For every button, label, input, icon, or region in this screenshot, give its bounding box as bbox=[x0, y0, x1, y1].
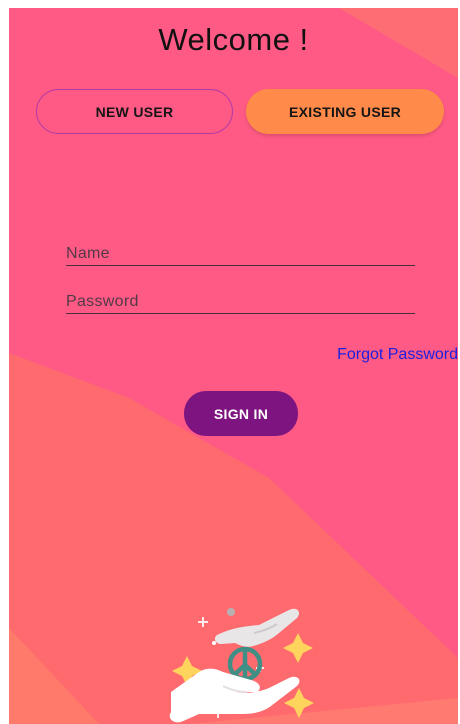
new-user-button[interactable]: NEW USER bbox=[36, 89, 233, 134]
password-field[interactable] bbox=[66, 284, 415, 314]
password-input[interactable] bbox=[66, 293, 415, 311]
name-input[interactable] bbox=[66, 245, 415, 263]
hands-peace-icon bbox=[169, 608, 314, 723]
app-screen: Welcome ! NEW USER EXISTING USER Forgot … bbox=[9, 8, 458, 724]
peace-symbol bbox=[227, 646, 263, 682]
existing-user-button[interactable]: EXISTING USER bbox=[246, 89, 444, 134]
forgot-password-link[interactable]: Forgot Password bbox=[337, 346, 458, 364]
sign-in-button[interactable]: SIGN IN bbox=[184, 391, 298, 436]
page-title: Welcome ! bbox=[158, 22, 309, 57]
name-field[interactable] bbox=[66, 236, 415, 266]
